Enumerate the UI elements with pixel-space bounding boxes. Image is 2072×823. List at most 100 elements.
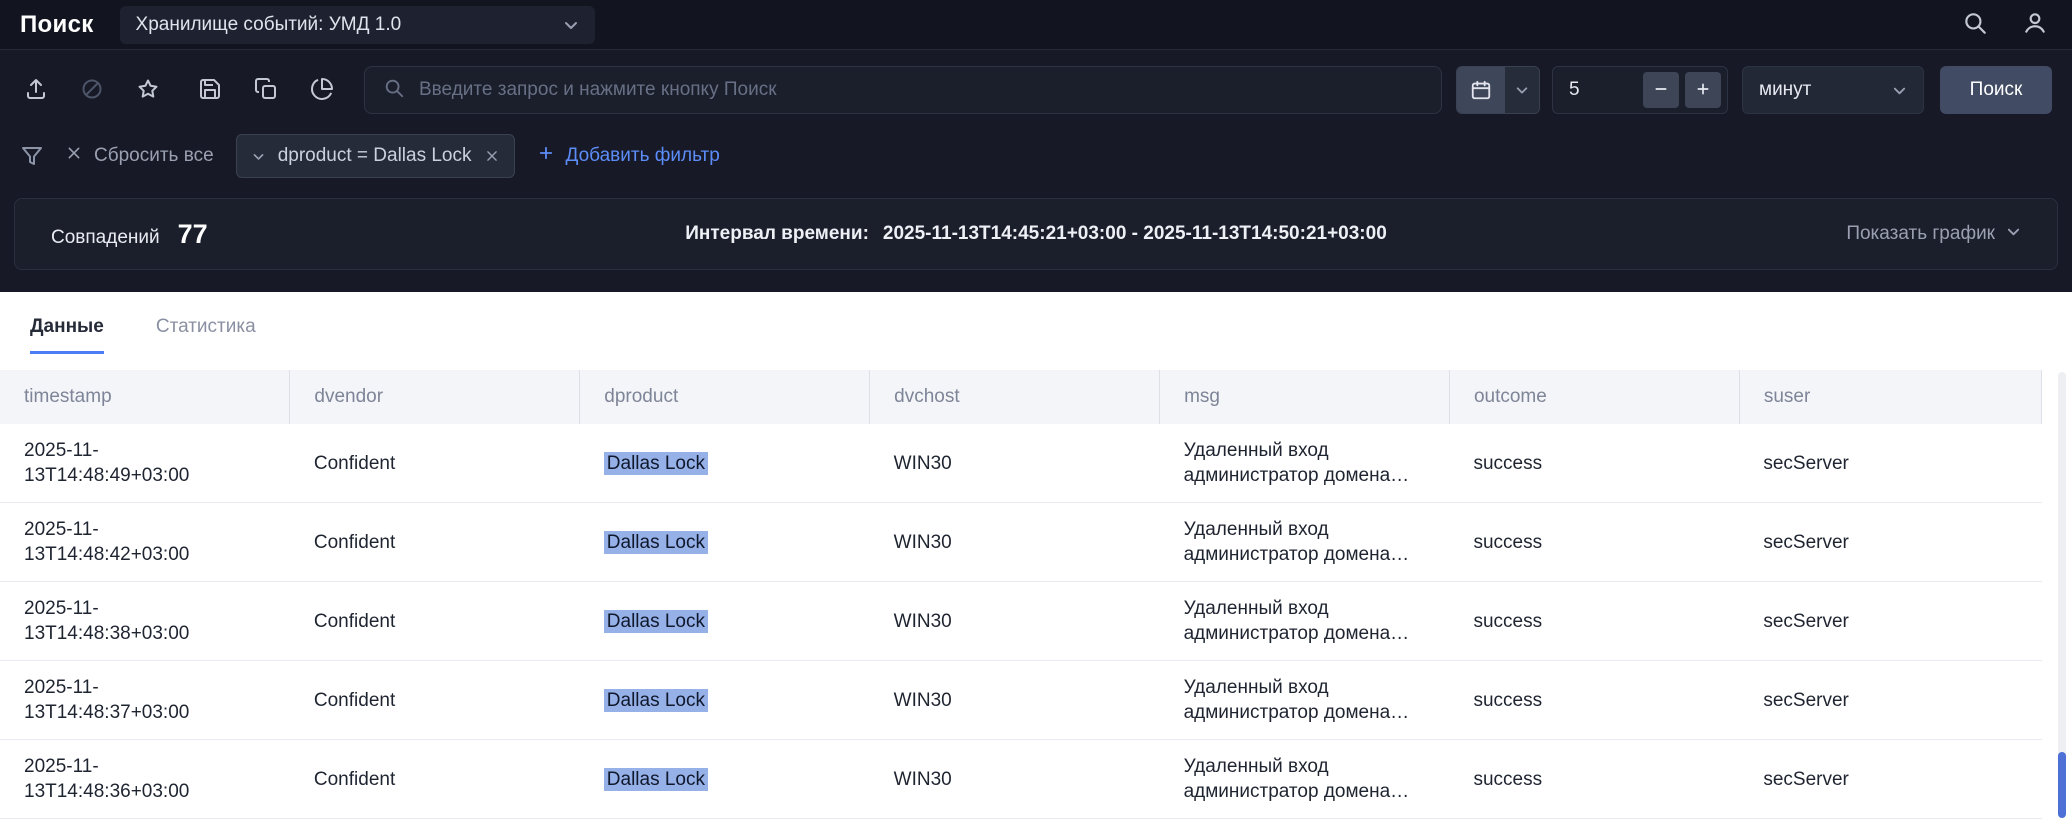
cell-outcome: success — [1473, 532, 1542, 553]
table-row[interactable]: 2025-11-13T14:48:42+03:00 Confident Dall… — [0, 503, 2042, 582]
vertical-scrollbar[interactable] — [2058, 372, 2066, 818]
table-row[interactable]: 2025-11-13T14:48:49+03:00 Confident Dall… — [0, 424, 2042, 503]
copy-icon — [254, 77, 278, 104]
filter-row: Сбросить все dproduct = Dallas Lock Доба… — [0, 130, 2072, 198]
column-header-outcome[interactable]: outcome — [1449, 370, 1739, 424]
profile-button[interactable] — [2018, 6, 2052, 43]
time-interval-value: 2025-11-13T14:45:21+03:00 - 2025-11-13T1… — [883, 223, 1387, 245]
cell-dvendor: Confident — [314, 611, 395, 632]
column-header-timestamp[interactable]: timestamp — [0, 370, 290, 424]
tab-statistics[interactable]: Статистика — [156, 316, 256, 354]
column-header-suser[interactable]: suser — [1739, 370, 2041, 424]
cell-suser: secServer — [1763, 532, 1849, 553]
remove-filter-icon[interactable] — [485, 149, 499, 163]
matches-count: 77 — [178, 219, 208, 250]
scrollbar-thumb[interactable] — [2058, 752, 2066, 818]
cell-dproduct-highlighted: Dallas Lock — [604, 531, 708, 554]
chevron-down-icon — [1505, 67, 1539, 113]
cell-suser: secServer — [1763, 611, 1849, 632]
show-chart-label: Показать график — [1846, 223, 1995, 245]
tab-data[interactable]: Данные — [30, 316, 104, 354]
user-icon — [2022, 10, 2048, 39]
cell-timestamp: 2025-11-13T14:48:49+03:00 — [24, 438, 212, 488]
search-toolbar: минут Поиск — [0, 50, 2072, 130]
clear-all-label: Сбросить все — [94, 145, 214, 167]
cell-msg: Удаленный вход администратор домена… — [1184, 519, 1410, 565]
save-query-button[interactable] — [194, 73, 226, 108]
cell-dvchost: WIN30 — [894, 453, 952, 474]
interval-decrement-button[interactable] — [1643, 72, 1679, 108]
results-summary-bar: Совпадений 77 Интервал времени: 2025-11-… — [14, 198, 2058, 270]
column-header-dvchost[interactable]: dvchost — [870, 370, 1160, 424]
calendar-icon — [1457, 67, 1505, 113]
clear-all-filters-button[interactable]: Сбросить все — [66, 145, 214, 167]
column-header-dvendor[interactable]: dvendor — [290, 370, 580, 424]
chevron-down-icon — [563, 17, 579, 33]
siem-search-app: Поиск Хранилище событий: УМД 1.0 — [0, 0, 2072, 823]
table-row[interactable]: 2025-11-13T14:48:38+03:00 Confident Dall… — [0, 582, 2042, 661]
show-chart-toggle[interactable]: Показать график — [1846, 223, 2021, 245]
cell-dvchost: WIN30 — [894, 611, 952, 632]
cell-dvendor: Confident — [314, 532, 395, 553]
cell-dvendor: Confident — [314, 453, 395, 474]
table-body: 2025-11-13T14:48:49+03:00 Confident Dall… — [0, 424, 2042, 819]
cell-dproduct-highlighted: Dallas Lock — [604, 452, 708, 475]
upload-query-button[interactable] — [20, 73, 52, 108]
star-icon — [136, 77, 160, 104]
cell-suser: secServer — [1763, 453, 1849, 474]
cell-dproduct-highlighted: Dallas Lock — [604, 610, 708, 633]
table-header: timestamp dvendor dproduct dvchost msg o… — [0, 370, 2042, 424]
slash-circle-icon — [80, 77, 104, 104]
plus-icon — [537, 144, 555, 168]
cell-dproduct-highlighted: Dallas Lock — [604, 768, 708, 791]
cell-dproduct-highlighted: Dallas Lock — [604, 689, 708, 712]
query-input-wrap — [364, 66, 1442, 114]
chart-view-button[interactable] — [306, 73, 338, 108]
disabled-action-button[interactable] — [76, 73, 108, 108]
results-table-wrap: timestamp dvendor dproduct dvchost msg o… — [0, 370, 2072, 823]
cell-msg: Удаленный вход администратор домена… — [1184, 598, 1410, 644]
cell-suser: secServer — [1763, 690, 1849, 711]
time-interval-block: Интервал времени: 2025-11-13T14:45:21+03… — [685, 223, 1387, 245]
plus-icon — [1695, 81, 1711, 100]
interval-value-input[interactable] — [1569, 79, 1637, 101]
page-title: Поиск — [20, 11, 94, 39]
event-storage-select[interactable]: Хранилище событий: УМД 1.0 — [120, 6, 595, 44]
search-submit-button[interactable]: Поиск — [1940, 66, 2052, 114]
copy-query-button[interactable] — [250, 73, 282, 108]
save-icon — [198, 77, 222, 104]
column-header-dproduct[interactable]: dproduct — [580, 370, 870, 424]
date-range-button[interactable] — [1456, 66, 1540, 114]
cell-timestamp: 2025-11-13T14:48:37+03:00 — [24, 675, 212, 725]
upload-icon — [24, 77, 48, 104]
matches-label: Совпадений — [51, 227, 160, 249]
cell-dvendor: Confident — [314, 769, 395, 790]
minus-icon — [1653, 81, 1669, 100]
query-input[interactable] — [419, 79, 1423, 101]
time-interval-label: Интервал времени: — [685, 223, 869, 245]
cell-timestamp: 2025-11-13T14:48:36+03:00 — [24, 754, 212, 804]
favorite-query-button[interactable] — [132, 73, 164, 108]
global-search-button[interactable] — [1958, 6, 1992, 43]
topbar: Поиск Хранилище событий: УМД 1.0 — [0, 0, 2072, 50]
column-header-msg[interactable]: msg — [1160, 370, 1450, 424]
interval-unit-select[interactable]: минут — [1742, 66, 1924, 114]
cell-outcome: success — [1473, 611, 1542, 632]
cell-outcome: success — [1473, 769, 1542, 790]
interval-increment-button[interactable] — [1685, 72, 1721, 108]
interval-unit-value: минут — [1759, 79, 1811, 101]
table-row[interactable]: 2025-11-13T14:48:36+03:00 Confident Dall… — [0, 740, 2042, 819]
cell-msg: Удаленный вход администратор домена… — [1184, 440, 1410, 486]
close-icon — [66, 145, 82, 167]
filter-chip-dproduct[interactable]: dproduct = Dallas Lock — [236, 134, 515, 178]
chevron-down-icon — [252, 150, 265, 163]
filter-chip-label: dproduct = Dallas Lock — [278, 145, 472, 167]
table-row[interactable]: 2025-11-13T14:48:37+03:00 Confident Dall… — [0, 661, 2042, 740]
event-storage-select-value: Хранилище событий: УМД 1.0 — [136, 14, 402, 36]
chevron-down-icon — [1892, 83, 1907, 98]
add-filter-button[interactable]: Добавить фильтр — [537, 144, 720, 168]
toolbar-group-left — [20, 73, 164, 108]
search-icon — [1962, 10, 1988, 39]
cell-msg: Удаленный вход администратор домена… — [1184, 756, 1410, 802]
cell-suser: secServer — [1763, 769, 1849, 790]
